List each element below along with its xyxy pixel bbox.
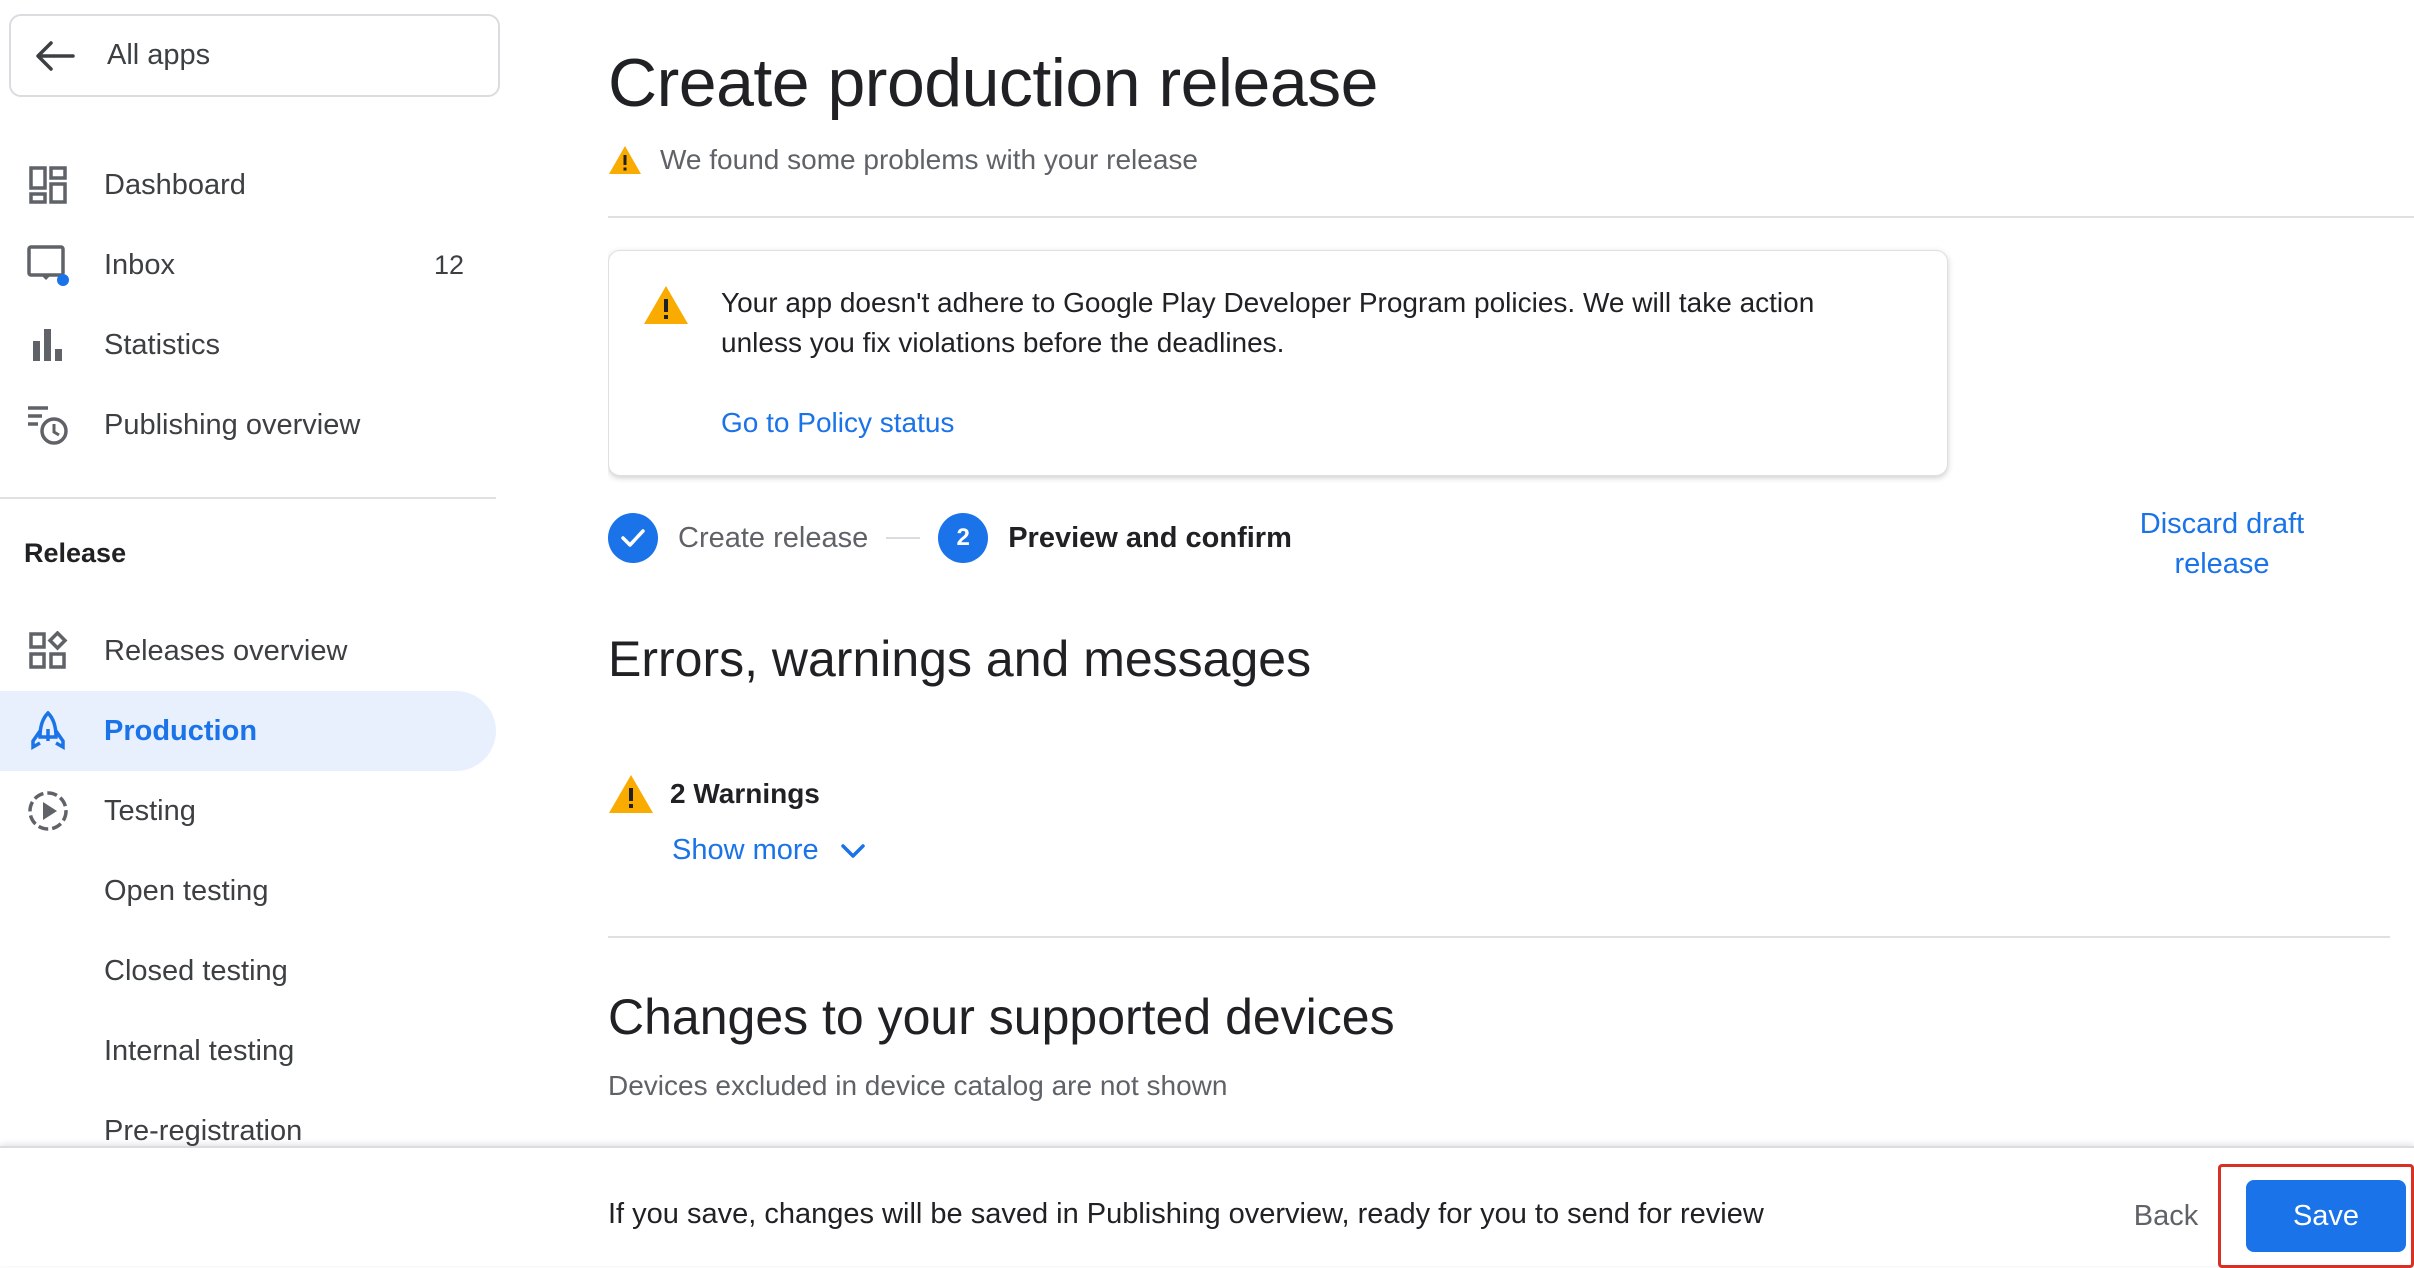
sidebar-item-label: Statistics (104, 328, 221, 361)
sidebar-item-closed-testing[interactable]: Closed testing (0, 931, 496, 1011)
warning-icon (609, 146, 641, 174)
section-heading-release: Release (24, 538, 127, 568)
warning-icon (609, 775, 653, 813)
sidebar-item-label: Publishing overview (104, 408, 361, 441)
sidebar-item-label: Testing (104, 794, 196, 827)
back-button[interactable]: Back (2114, 1184, 2218, 1248)
page-title: Create production release (608, 45, 1378, 121)
inbox-icon (26, 243, 70, 287)
sidebar-item-publishing-overview[interactable]: Publishing overview (0, 385, 496, 465)
sidebar-item-label: Inbox (104, 248, 175, 281)
arrow-back-icon (36, 41, 75, 71)
save-note: If you save, changes will be saved in Pu… (608, 1198, 1764, 1230)
problems-banner: We found some problems with your release (608, 144, 1198, 176)
title-divider (608, 216, 2414, 218)
show-more-label: Show more (672, 834, 819, 866)
sidebar-item-releases-overview[interactable]: Releases overview (0, 611, 496, 691)
sidebar-item-label: Internal testing (104, 1034, 295, 1067)
testing-play-icon (26, 789, 70, 833)
problems-text: We found some problems with your release (660, 144, 1198, 175)
step-create-release[interactable]: Create release (678, 522, 868, 555)
step-preview-confirm: Preview and confirm (1008, 521, 1292, 554)
sidebar-item-production[interactable]: Production (0, 691, 496, 771)
devices-heading: Changes to your supported devices (608, 989, 1395, 1045)
main-content: Create production release We found some … (608, 0, 2414, 1146)
bar-chart-icon (26, 323, 70, 367)
warning-icon (644, 286, 688, 324)
sidebar-item-label: Dashboard (104, 168, 246, 201)
errors-heading: Errors, warnings and messages (608, 631, 1312, 687)
releases-overview-icon (26, 629, 70, 673)
sidebar-item-pre-registration[interactable]: Pre-registration (0, 1091, 496, 1147)
dashboard-icon (26, 163, 70, 207)
all-apps-button[interactable]: All apps (9, 14, 500, 97)
policy-warning-card: Your app doesn't adhere to Google Play D… (608, 250, 1948, 476)
devices-note: Devices excluded in device catalog are n… (608, 1070, 1228, 1101)
step-number-badge: 2 (938, 513, 989, 563)
sidebar-item-label: Closed testing (104, 954, 288, 987)
publishing-schedule-icon (26, 403, 70, 447)
sidebar-item-label: Pre-registration (104, 1114, 303, 1147)
sidebar-item-internal-testing[interactable]: Internal testing (0, 1011, 496, 1091)
sidebar-item-label: Production (104, 714, 258, 747)
sidebar-item-dashboard[interactable]: Dashboard (0, 145, 496, 225)
policy-message: Your app doesn't adhere to Google Play D… (721, 287, 1815, 358)
inbox-count-badge: 12 (433, 249, 464, 280)
all-apps-label: All apps (107, 39, 211, 71)
warnings-count: 2 Warnings (670, 778, 820, 809)
sidebar-item-inbox[interactable]: Inbox 12 (0, 225, 496, 305)
sidebar-item-label: Open testing (104, 874, 269, 907)
save-button[interactable]: Save (2246, 1180, 2406, 1252)
discard-draft-button[interactable]: Discard draft release (2112, 504, 2332, 584)
sidebar: All apps Dashboard Inbox 12 Statistics P… (0, 0, 510, 1146)
sidebar-item-open-testing[interactable]: Open testing (0, 851, 496, 931)
warnings-summary: 2 Warnings (608, 774, 820, 814)
show-more-button[interactable]: Show more (672, 834, 869, 867)
chevron-down-icon (840, 843, 865, 858)
section-divider (608, 936, 2390, 938)
policy-status-link[interactable]: Go to Policy status (721, 407, 954, 439)
sidebar-divider (0, 497, 496, 499)
step-complete-check-icon (608, 513, 658, 563)
step-connector (886, 537, 921, 539)
release-stepper: Create release 2 Preview and confirm (608, 512, 1292, 564)
sidebar-item-testing[interactable]: Testing (0, 771, 496, 851)
sidebar-item-statistics[interactable]: Statistics (0, 305, 496, 385)
save-footer-bar: If you save, changes will be saved in Pu… (0, 1146, 2414, 1268)
production-rocket-icon (26, 709, 70, 753)
sidebar-item-label: Releases overview (104, 634, 348, 667)
